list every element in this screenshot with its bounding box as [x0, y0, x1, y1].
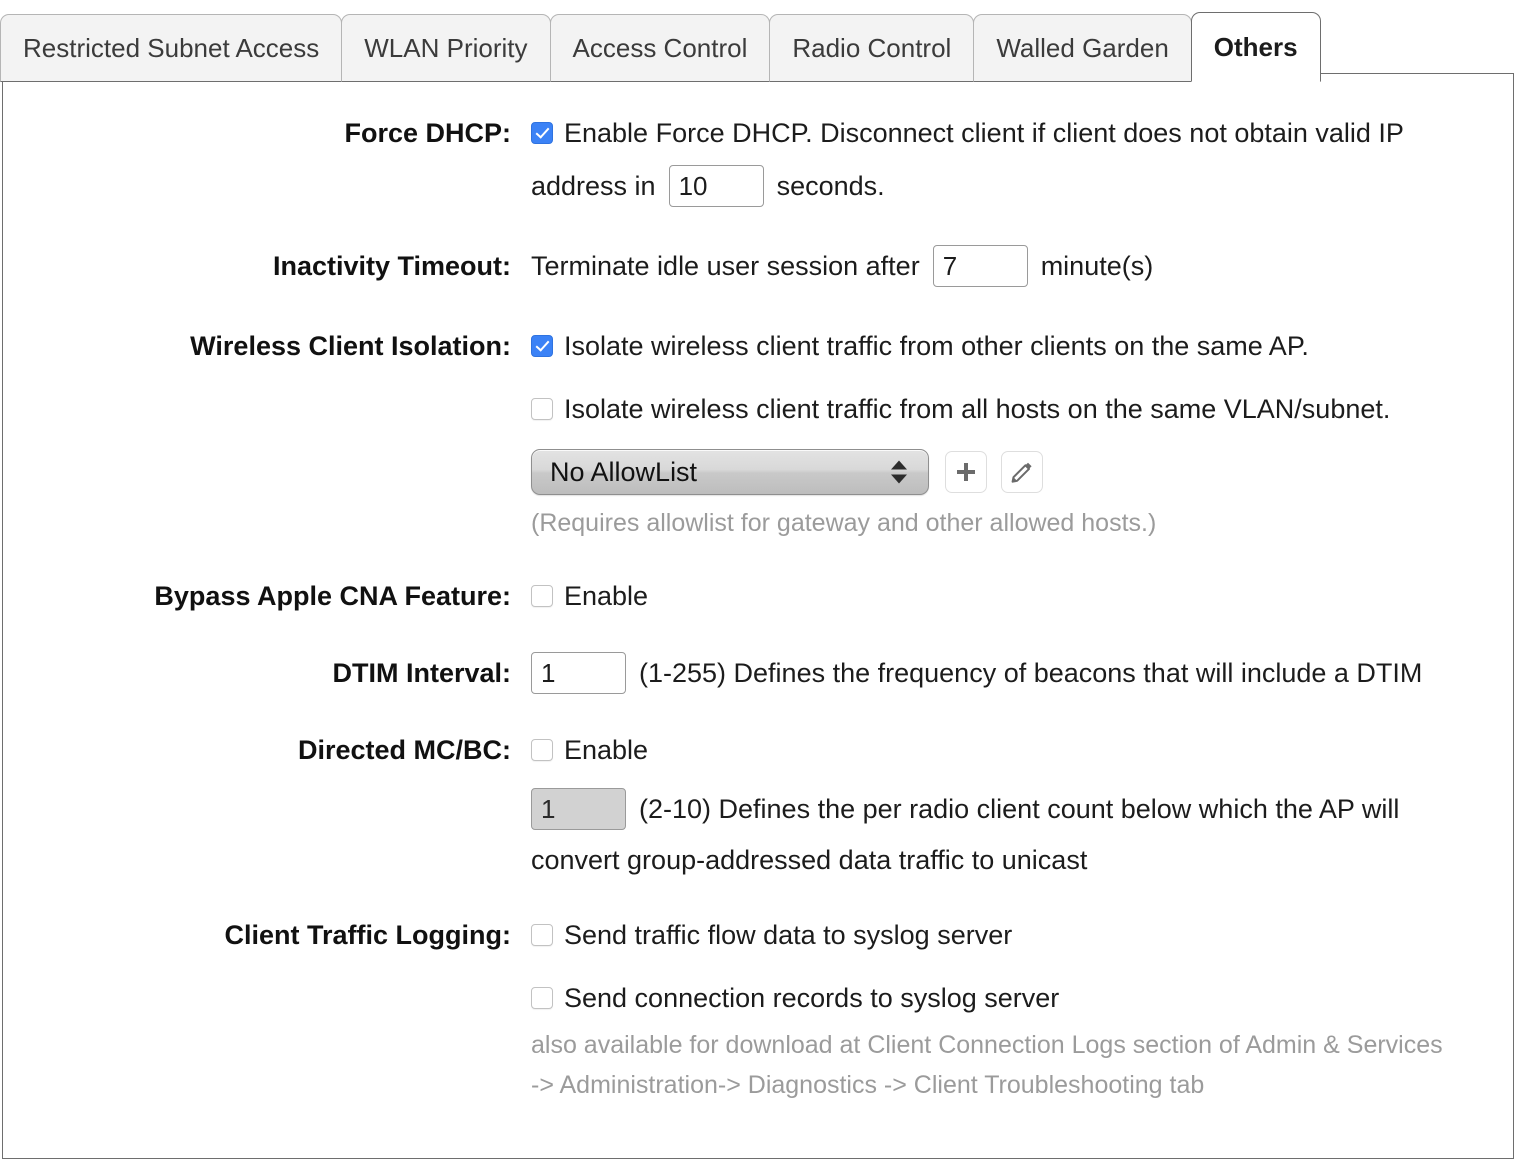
directed-mc-bc-label: Directed MC/BC:: [297, 735, 511, 765]
force-dhcp-enable-checkbox[interactable]: [531, 122, 553, 144]
field-dtim-interval: DTIM Interval: (1-255) Defines the frequ…: [3, 652, 1513, 694]
tab-label: Others: [1213, 31, 1298, 62]
plus-icon: [957, 463, 975, 481]
force-dhcp-seconds-suffix: seconds.: [776, 170, 885, 201]
tab-bar: Restricted Subnet Access WLAN Priority A…: [0, 6, 1321, 82]
isolation-option2-line: Isolate wireless client traffic from all…: [531, 388, 1513, 430]
directed-mc-bc-checkbox[interactable]: [531, 739, 553, 761]
force-dhcp-enable-text: Enable Force DHCP. Disconnect client if …: [564, 117, 1404, 148]
tab-wlan-priority[interactable]: WLAN Priority: [341, 14, 551, 82]
connection-records-line: Send connection records to syslog server: [531, 977, 1513, 1019]
dtim-interval-line: (1-255) Defines the frequency of beacons…: [531, 652, 1513, 694]
isolation-same-vlan-checkbox[interactable]: [531, 398, 553, 420]
inactivity-timeout-line: Terminate idle user session after minute…: [531, 245, 1513, 287]
directed-mc-bc-enable-line: Enable: [531, 729, 1513, 771]
field-bypass-apple-cna: Bypass Apple CNA Feature: Enable: [3, 575, 1513, 617]
force-dhcp-address-prefix: address in: [531, 170, 656, 201]
inactivity-timeout-input[interactable]: [932, 245, 1028, 287]
tab-restricted-subnet-access[interactable]: Restricted Subnet Access: [0, 14, 343, 82]
allowlist-hint: (Requires allowlist for gateway and othe…: [531, 509, 1157, 537]
allowlist-selected-value: No AllowList: [550, 456, 698, 487]
wlan-others-settings-page: Restricted Subnet Access WLAN Priority A…: [0, 0, 1530, 1172]
client-traffic-logging-note-line1: also available for download at Client Co…: [531, 1031, 1443, 1059]
directed-mc-bc-description-line2-row: convert group-addressed data traffic to …: [531, 839, 1513, 881]
force-dhcp-label: Force DHCP:: [344, 118, 511, 148]
send-traffic-flow-text: Send traffic flow data to syslog server: [564, 919, 1013, 950]
isolation-option1-line: Isolate wireless client traffic from oth…: [531, 325, 1513, 367]
force-dhcp-timeout-line: address in seconds.: [531, 165, 1513, 207]
client-traffic-logging-note-line2: -> Administration-> Diagnostics -> Clien…: [531, 1071, 1205, 1099]
inactivity-timeout-prefix: Terminate idle user session after: [531, 250, 920, 281]
tab-label: Restricted Subnet Access: [23, 32, 320, 63]
field-directed-mc-bc: Directed MC/BC: Enable (2-10) Defines th…: [3, 729, 1513, 881]
inactivity-timeout-label: Inactivity Timeout:: [272, 251, 511, 281]
allowlist-select-wrap: No AllowList: [531, 449, 929, 495]
wireless-client-isolation-label: Wireless Client Isolation:: [190, 331, 511, 361]
edit-allowlist-button[interactable]: [1001, 451, 1043, 493]
field-inactivity-timeout: Inactivity Timeout: Terminate idle user …: [3, 245, 1513, 287]
allowlist-controls-line: No AllowList: [531, 449, 1513, 495]
settings-panel: Force DHCP: Enable Force DHCP. Disconnec…: [2, 73, 1514, 1159]
tab-label: Radio Control: [792, 32, 952, 63]
tab-radio-control[interactable]: Radio Control: [769, 14, 975, 82]
dtim-interval-label: DTIM Interval:: [332, 658, 511, 688]
bypass-apple-cna-label: Bypass Apple CNA Feature:: [154, 581, 511, 611]
send-traffic-flow-checkbox[interactable]: [531, 924, 553, 946]
directed-mc-bc-description-line1: (2-10) Defines the per radio client coun…: [639, 793, 1400, 824]
force-dhcp-enable-line: Enable Force DHCP. Disconnect client if …: [531, 112, 1513, 154]
directed-mc-bc-enable-text: Enable: [564, 734, 649, 765]
bypass-apple-cna-checkbox[interactable]: [531, 585, 553, 607]
allowlist-select[interactable]: No AllowList: [531, 449, 929, 495]
tab-label: WLAN Priority: [364, 32, 528, 63]
field-force-dhcp: Force DHCP: Enable Force DHCP. Disconnec…: [3, 112, 1513, 207]
isolation-same-ap-text: Isolate wireless client traffic from oth…: [564, 330, 1309, 361]
directed-mc-bc-count-line: (2-10) Defines the per radio client coun…: [531, 788, 1513, 830]
field-client-traffic-logging: Client Traffic Logging: Send traffic flo…: [3, 914, 1513, 1105]
pencil-icon: [1011, 462, 1032, 483]
tab-label: Walled Garden: [996, 32, 1169, 63]
inactivity-timeout-suffix: minute(s): [1040, 250, 1154, 281]
directed-mc-bc-description-line2: convert group-addressed data traffic to …: [531, 844, 1088, 875]
traffic-flow-line: Send traffic flow data to syslog server: [531, 914, 1513, 956]
tab-label: Access Control: [572, 32, 748, 63]
tab-walled-garden[interactable]: Walled Garden: [973, 14, 1192, 82]
isolation-same-vlan-text: Isolate wireless client traffic from all…: [564, 393, 1391, 424]
dtim-interval-description: (1-255) Defines the frequency of beacons…: [639, 657, 1423, 688]
force-dhcp-timeout-input[interactable]: [668, 165, 764, 207]
tab-access-control[interactable]: Access Control: [549, 14, 771, 82]
bypass-apple-cna-line: Enable: [531, 575, 1513, 617]
dtim-interval-input[interactable]: [531, 652, 626, 694]
client-traffic-logging-label: Client Traffic Logging:: [224, 920, 511, 950]
bypass-apple-cna-text: Enable: [564, 580, 649, 611]
add-allowlist-button[interactable]: [945, 451, 987, 493]
directed-mc-bc-count-input[interactable]: [531, 788, 626, 830]
tab-others[interactable]: Others: [1190, 12, 1321, 82]
send-connection-records-text: Send connection records to syslog server: [564, 982, 1060, 1013]
field-wireless-client-isolation: Wireless Client Isolation: Isolate wirel…: [3, 325, 1513, 543]
send-connection-records-checkbox[interactable]: [531, 987, 553, 1009]
isolation-same-ap-checkbox[interactable]: [531, 335, 553, 357]
